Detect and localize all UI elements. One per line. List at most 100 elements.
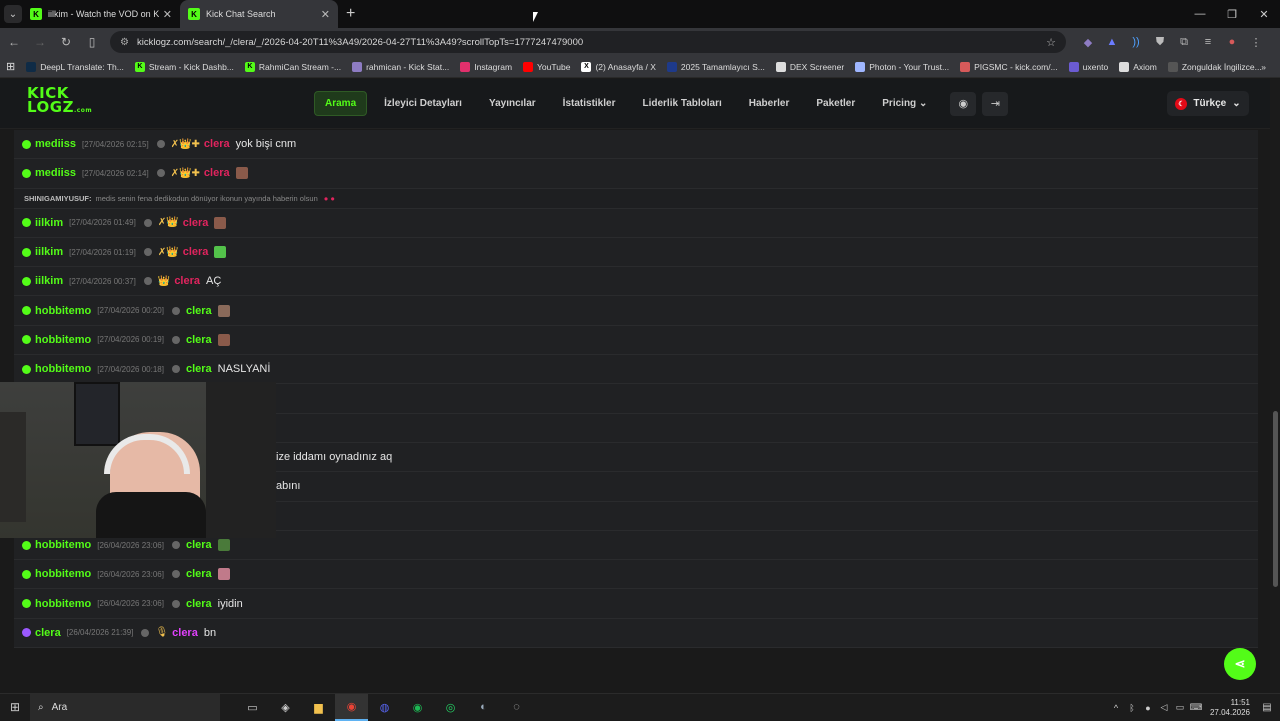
tab-kick-chat-search[interactable]: K Kick Chat Search ✕ — [180, 0, 338, 28]
kicklogz-logo[interactable]: KICK LOGZ.com — [27, 86, 92, 120]
nav-packages[interactable]: Paketler — [806, 92, 865, 115]
bookmark-item[interactable]: K RahmiCan Stream -... — [244, 61, 341, 72]
bookmark-item[interactable]: uxento — [1068, 61, 1108, 72]
extension-icon[interactable]: )) — [1124, 31, 1148, 53]
language-select[interactable]: ☾ Türkçe ⌄ — [1167, 91, 1249, 116]
side-panel-icon[interactable]: ▯ — [80, 30, 104, 54]
info-icon[interactable] — [143, 218, 152, 227]
new-tab-icon[interactable]: + — [346, 5, 355, 23]
chat-username[interactable]: mediiss — [35, 138, 76, 150]
chat-channel[interactable]: clera — [183, 246, 209, 258]
login-icon[interactable]: ⇥ — [982, 91, 1009, 116]
chat-channel[interactable]: clera — [186, 305, 212, 317]
notification-icon[interactable]: ▤ — [1258, 702, 1276, 713]
info-icon[interactable] — [143, 277, 152, 286]
task-view-icon[interactable]: ▭ — [236, 694, 269, 721]
chat-username[interactable]: mediiss — [35, 167, 76, 179]
nav-viewer-details[interactable]: İzleyici Detayları — [374, 92, 472, 115]
chat-username[interactable]: hobbitemo — [35, 363, 91, 375]
info-icon[interactable] — [143, 248, 152, 257]
discord-icon[interactable]: ◍ — [368, 694, 401, 721]
chat-username[interactable]: iilkim — [35, 217, 63, 229]
nav-news[interactable]: Haberler — [739, 92, 800, 115]
webcam-overlay[interactable] — [0, 382, 276, 538]
apps-icon[interactable]: ⊞ — [6, 60, 15, 73]
extension-icon[interactable]: ▲ — [1100, 31, 1124, 53]
info-icon[interactable] — [171, 570, 180, 579]
chevron-up-icon[interactable]: ^ — [1108, 703, 1124, 713]
bookmark-star-icon[interactable]: ☆ — [1046, 36, 1056, 49]
bookmark-item[interactable]: rahmican - Kick Stat... — [352, 61, 449, 72]
chrome-icon[interactable]: ◉ — [335, 693, 368, 721]
bookmark-item[interactable]: YouTube — [523, 61, 570, 72]
info-icon[interactable] — [156, 169, 165, 178]
steam-icon[interactable]: ◐ — [467, 694, 500, 721]
close-window-icon[interactable]: ✕ — [1248, 0, 1280, 28]
info-icon[interactable] — [171, 541, 180, 549]
chat-channel[interactable]: clera — [186, 598, 212, 610]
bluetooth-icon[interactable]: ᛒ — [1124, 703, 1140, 713]
chat-username[interactable]: hobbitemo — [35, 539, 91, 551]
close-tab-icon[interactable]: ✕ — [321, 8, 330, 21]
extension-icon[interactable]: ◆ — [1076, 31, 1100, 53]
info-icon[interactable] — [141, 628, 150, 637]
info-icon[interactable] — [171, 335, 180, 344]
volume-icon[interactable]: ◁ — [1156, 702, 1172, 713]
tab-kick-vod[interactable]: K iilkim - Watch the VOD on Kick ✕ — [22, 0, 180, 28]
bookmark-item[interactable]: DEX Screener — [775, 61, 844, 72]
bookmark-item[interactable]: Zonguldak İngilizce... — [1167, 61, 1262, 72]
bookmark-item[interactable]: DeepL Translate: Th... — [26, 61, 124, 72]
forward-icon[interactable]: → — [28, 30, 52, 54]
nav-pricing[interactable]: Pricing ⌄ — [872, 92, 937, 115]
minimize-icon[interactable]: — — [1184, 0, 1216, 28]
nav-streamers[interactable]: Yayıncılar — [479, 92, 546, 115]
back-icon[interactable]: ← — [2, 30, 26, 54]
bookmark-item[interactable]: X (2) Anasayfa / X — [581, 61, 656, 72]
puzzle-icon[interactable]: ⧉ — [1172, 31, 1196, 53]
reload-icon[interactable]: ↻ — [54, 30, 78, 54]
avatar[interactable]: ● — [1220, 31, 1244, 53]
chat-channel[interactable]: clera — [186, 334, 212, 346]
chat-channel[interactable]: clera — [172, 627, 198, 639]
bookmark-item[interactable]: Axiom — [1119, 61, 1157, 72]
chat-channel[interactable]: clera — [174, 275, 200, 287]
bookmark-item[interactable]: PIGSMC - kick.com/... — [960, 61, 1058, 72]
menu-icon[interactable]: ⋮ — [1244, 31, 1268, 53]
chat-username[interactable]: hobbitemo — [35, 568, 91, 580]
scrollbar-thumb[interactable] — [1273, 411, 1278, 587]
site-info-icon[interactable]: ⚙ — [120, 37, 129, 48]
info-icon[interactable] — [171, 306, 180, 315]
chat-username[interactable]: hobbitemo — [35, 598, 91, 610]
network-icon[interactable]: ▭ — [1172, 702, 1188, 713]
info-icon[interactable] — [171, 599, 180, 608]
nav-statistics[interactable]: İstatistikler — [553, 92, 626, 115]
maximize-icon[interactable]: ❐ — [1216, 0, 1248, 28]
shield-icon[interactable]: ⛊ — [1148, 31, 1172, 53]
nav-leaderboards[interactable]: Liderlik Tabloları — [632, 92, 731, 115]
bookmark-item[interactable]: K Stream - Kick Dashb... — [134, 61, 234, 72]
chat-channel[interactable]: clera — [204, 167, 230, 179]
taskbar-clock[interactable]: 11:51 27.04.2026 — [1210, 698, 1250, 718]
chat-channel[interactable]: clera — [186, 568, 212, 580]
more-bookmarks-icon[interactable]: » — [1261, 62, 1266, 72]
app-icon[interactable]: ◈ — [269, 694, 302, 721]
chat-username[interactable]: iilkim — [35, 275, 63, 287]
chat-username[interactable]: hobbitemo — [35, 305, 91, 317]
media-icon[interactable]: ≡ — [1196, 31, 1220, 53]
chat-channel[interactable]: clera — [204, 138, 230, 150]
share-button[interactable]: ⋖ — [1224, 648, 1256, 680]
info-icon[interactable] — [171, 365, 180, 374]
whatsapp-icon[interactable]: ◎ — [434, 694, 467, 721]
taskbar-search[interactable]: ⌕ Ara — [30, 693, 220, 721]
language-icon[interactable]: ⌨ — [1188, 702, 1204, 713]
bookmark-item[interactable]: Photon - Your Trust... — [855, 61, 949, 72]
microphone-icon[interactable]: ● — [1140, 703, 1156, 713]
chat-username[interactable]: clera — [35, 627, 61, 639]
chat-username[interactable]: hobbitemo — [35, 334, 91, 346]
tab-search-icon[interactable]: ⌄ — [4, 5, 22, 23]
obs-icon[interactable]: ◌ — [500, 694, 533, 721]
bookmark-item[interactable]: Instagram — [460, 61, 512, 72]
windows-start-icon[interactable]: ⊞ — [0, 700, 30, 714]
chat-channel[interactable]: clera — [186, 363, 212, 375]
chat-username[interactable]: iilkim — [35, 246, 63, 258]
